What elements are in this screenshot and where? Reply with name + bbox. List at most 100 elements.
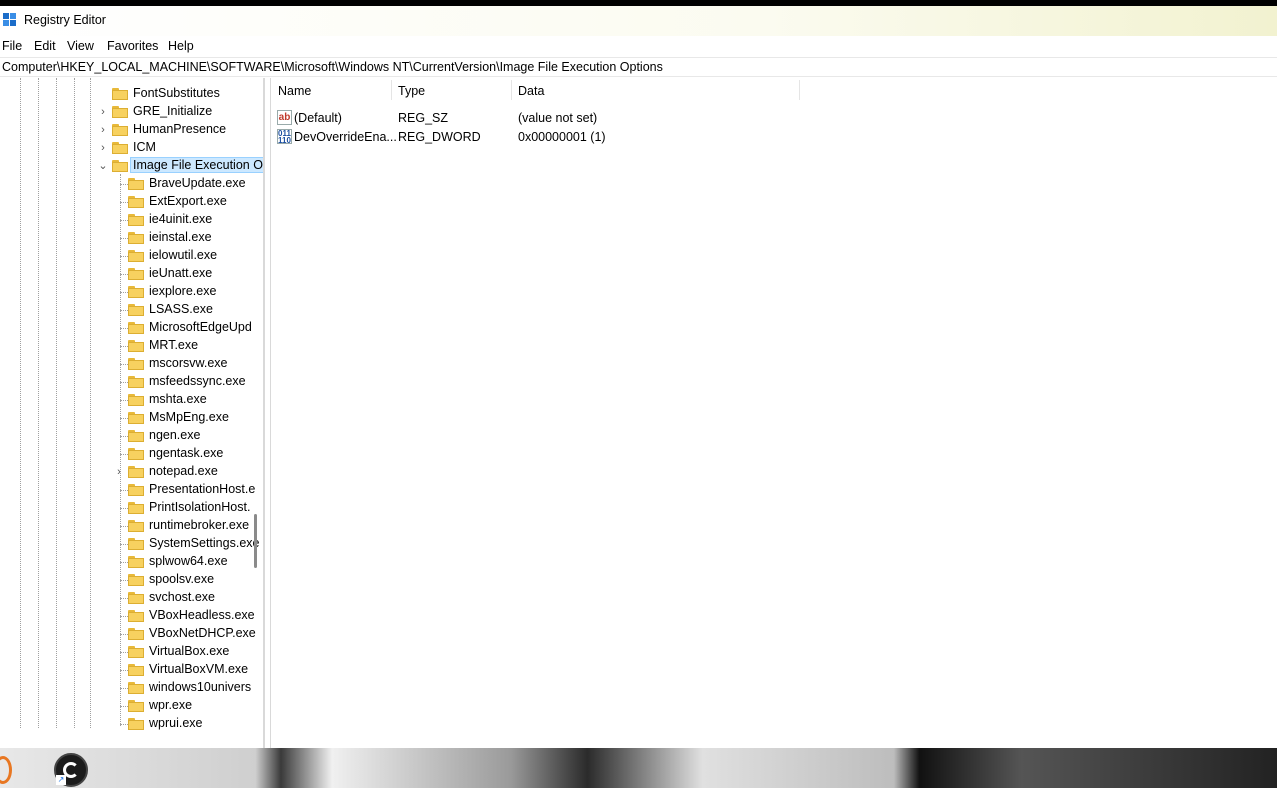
folder-icon: [128, 556, 144, 568]
title-bar[interactable]: Registry Editor: [0, 6, 1277, 36]
tree-item[interactable]: runtimebroker.exe: [0, 517, 250, 535]
pane-splitter[interactable]: [264, 78, 271, 748]
folder-icon: [112, 88, 128, 100]
expand-chevron-icon: [98, 87, 108, 101]
tree-item[interactable]: › GRE_Initialize: [0, 103, 250, 121]
expand-chevron-icon[interactable]: ›: [98, 141, 108, 155]
tree-vertical-scrollbar[interactable]: [254, 514, 257, 568]
tree-item[interactable]: VBoxHeadless.exe: [0, 607, 255, 625]
tree-item[interactable]: BraveUpdate.exe: [0, 175, 250, 193]
tree-item[interactable]: ie4uinit.exe: [0, 211, 250, 229]
tree-item-label: GRE_Initialize: [133, 104, 213, 118]
folder-icon: [128, 448, 144, 460]
tree-item[interactable]: LSASS.exe: [0, 301, 250, 319]
tree-item[interactable]: VirtualBoxVM.exe: [0, 661, 250, 679]
tree-item[interactable]: spoolsv.exe: [0, 571, 250, 589]
tree-item[interactable]: VBoxNetDHCP.exe: [0, 625, 256, 643]
tree-item[interactable]: msfeedssync.exe: [0, 373, 250, 391]
expand-chevron-icon[interactable]: ›: [114, 465, 124, 479]
expand-chevron-icon: [114, 519, 124, 533]
tree-item[interactable]: windows10univers: [0, 679, 252, 697]
address-path[interactable]: Computer\HKEY_LOCAL_MACHINE\SOFTWARE\Mic…: [2, 60, 663, 74]
folder-icon: [128, 268, 144, 280]
tree-item[interactable]: FontSubstitutes: [0, 85, 250, 103]
tree-item[interactable]: mshta.exe: [0, 391, 250, 409]
tree-item-label: windows10univers: [149, 680, 252, 694]
tree-item-label: ngen.exe: [149, 428, 201, 442]
folder-icon: [128, 538, 144, 550]
expand-chevron-icon: [114, 303, 124, 317]
tree-item[interactable]: wpr.exe: [0, 697, 250, 715]
column-divider[interactable]: [799, 80, 800, 100]
tree-item[interactable]: › HumanPresence: [0, 121, 250, 139]
tree-item[interactable]: SystemSettings.exe: [0, 535, 259, 553]
address-bar[interactable]: Computer\HKEY_LOCAL_MACHINE\SOFTWARE\Mic…: [0, 57, 1277, 77]
tree-item-label: HumanPresence: [133, 122, 227, 136]
tree-item-label: notepad.exe: [149, 464, 218, 478]
value-row[interactable]: ab (Default) REG_SZ (value not set): [271, 109, 871, 128]
menu-help[interactable]: Help: [168, 39, 194, 53]
collapse-chevron-icon[interactable]: ⌄: [98, 159, 108, 173]
tree-item[interactable]: ngentask.exe: [0, 445, 250, 463]
tree-item-label: VirtualBox.exe: [149, 644, 230, 658]
menu-file[interactable]: File: [2, 39, 22, 53]
tree-item[interactable]: ngen.exe: [0, 427, 250, 445]
expand-chevron-icon: [114, 249, 124, 263]
values-list-pane[interactable]: Name Type Data ab (Default) REG_SZ (valu…: [271, 78, 1277, 748]
tree-item[interactable]: MsMpEng.exe: [0, 409, 250, 427]
folder-icon: [128, 700, 144, 712]
registry-editor-window: Registry Editor File Edit View Favorites…: [0, 6, 1277, 748]
tree-item[interactable]: ⌄ Image File Execution O: [0, 157, 263, 175]
expand-chevron-icon[interactable]: ›: [98, 123, 108, 137]
desktop-shortcut-icon[interactable]: ↗: [54, 753, 88, 787]
key-tree-pane[interactable]: FontSubstitutes › GRE_Initialize › HumanPres…: [0, 78, 264, 748]
folder-icon: [128, 250, 144, 262]
tree-item[interactable]: svchost.exe: [0, 589, 250, 607]
tree-item[interactable]: splwow64.exe: [0, 553, 250, 571]
tree-item[interactable]: MicrosoftEdgeUpd: [0, 319, 252, 337]
folder-icon: [128, 466, 144, 478]
folder-icon: [128, 592, 144, 604]
tree-item[interactable]: › ICM: [0, 139, 250, 157]
tree-item[interactable]: VirtualBox.exe: [0, 643, 250, 661]
menu-edit[interactable]: Edit: [34, 39, 56, 53]
expand-chevron-icon: [114, 681, 124, 695]
tree-item[interactable]: ExtExport.exe: [0, 193, 250, 211]
expand-chevron-icon: [114, 177, 124, 191]
tree-item[interactable]: MRT.exe: [0, 337, 250, 355]
folder-icon: [128, 304, 144, 316]
column-header-type[interactable]: Type: [391, 78, 511, 100]
value-row[interactable]: 011 110 DevOverrideEna... REG_DWORD 0x000…: [271, 128, 871, 147]
tree-item-label: SystemSettings.exe: [149, 536, 260, 550]
tree-item-label: VirtualBoxVM.exe: [149, 662, 249, 676]
tree-item[interactable]: ieUnatt.exe: [0, 265, 250, 283]
tree-item[interactable]: PresentationHost.e: [0, 481, 255, 499]
menu-view[interactable]: View: [67, 39, 94, 53]
tree-item-label: PrintIsolationHost.: [149, 500, 251, 514]
folder-icon: [128, 484, 144, 496]
string-value-icon: ab: [277, 110, 292, 125]
tree-item[interactable]: ieinstal.exe: [0, 229, 250, 247]
expand-chevron-icon: [114, 393, 124, 407]
expand-chevron-icon: [114, 663, 124, 677]
tree-item[interactable]: › notepad.exe: [0, 463, 250, 481]
column-header-name[interactable]: Name: [271, 78, 391, 100]
tree-item[interactable]: iexplore.exe: [0, 283, 250, 301]
value-name: (Default): [294, 111, 342, 125]
folder-icon: [128, 214, 144, 226]
tree-item-label: wpr.exe: [149, 698, 193, 712]
expand-chevron-icon[interactable]: ›: [98, 105, 108, 119]
expand-chevron-icon: [114, 285, 124, 299]
expand-chevron-icon: [114, 357, 124, 371]
tree-item[interactable]: mscorsvw.exe: [0, 355, 250, 373]
folder-icon: [112, 142, 128, 154]
tree-item[interactable]: wprui.exe: [0, 715, 250, 733]
tree-item[interactable]: PrintIsolationHost.: [0, 499, 250, 517]
folder-icon: [128, 286, 144, 298]
folder-icon: [112, 124, 128, 136]
tree-item[interactable]: ielowutil.exe: [0, 247, 250, 265]
folder-icon: [128, 178, 144, 190]
expand-chevron-icon: [114, 483, 124, 497]
column-header-data[interactable]: Data: [511, 78, 799, 100]
menu-favorites[interactable]: Favorites: [107, 39, 158, 53]
